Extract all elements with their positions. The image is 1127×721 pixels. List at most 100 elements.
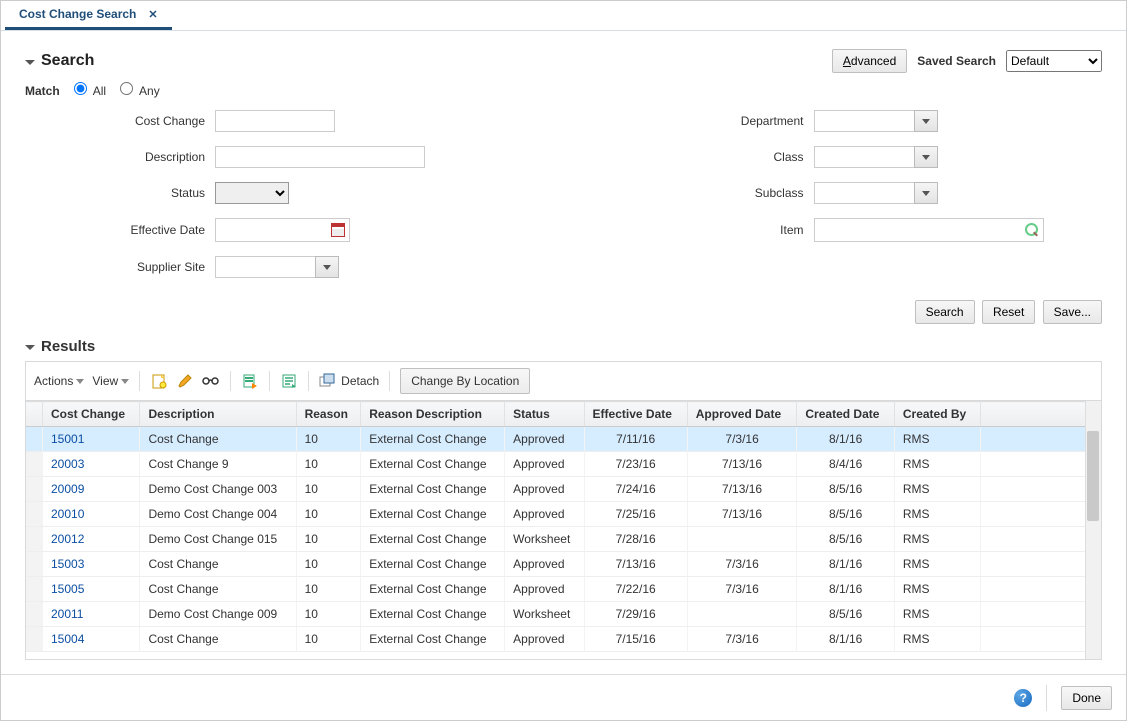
view-menu[interactable]: View (92, 374, 129, 388)
cell-created: 8/5/16 (797, 602, 894, 627)
close-icon[interactable]: ✕ (148, 8, 157, 21)
status-label: Status (25, 186, 215, 200)
department-input[interactable] (814, 110, 914, 132)
cell-reason-desc: External Cost Change (361, 602, 505, 627)
supplier-site-input[interactable] (215, 256, 315, 278)
cell-approved: 7/13/16 (687, 502, 797, 527)
col-spacer (981, 402, 1101, 427)
cell-effective: 7/24/16 (584, 477, 687, 502)
cell-effective: 7/13/16 (584, 552, 687, 577)
calendar-icon[interactable] (331, 223, 345, 237)
cell-reason-desc: External Cost Change (361, 527, 505, 552)
cell-cost-change[interactable]: 20010 (43, 502, 140, 527)
cell-effective: 7/29/16 (584, 602, 687, 627)
department-combo[interactable] (814, 110, 938, 132)
col-reason-description[interactable]: Reason Description (361, 402, 505, 427)
cell-cost-change[interactable]: 15004 (43, 627, 140, 652)
cell-cost-change[interactable]: 15005 (43, 577, 140, 602)
subclass-dropdown-icon[interactable] (914, 182, 938, 204)
detach-button[interactable]: Detach (319, 373, 379, 389)
status-select[interactable] (215, 182, 289, 204)
cell-reason: 10 (296, 452, 361, 477)
collapse-icon[interactable] (25, 345, 35, 350)
done-button[interactable]: Done (1061, 686, 1112, 710)
cost-change-input[interactable] (215, 110, 335, 132)
help-icon[interactable]: ? (1014, 689, 1032, 707)
cell-created: 8/5/16 (797, 502, 894, 527)
table-row[interactable]: 20011Demo Cost Change 00910External Cost… (26, 602, 1101, 627)
col-description[interactable]: Description (140, 402, 296, 427)
class-input[interactable] (814, 146, 914, 168)
table-scrollbar[interactable] (1085, 401, 1101, 659)
col-reason[interactable]: Reason (296, 402, 361, 427)
item-input[interactable] (819, 222, 1025, 238)
collapse-icon[interactable] (25, 60, 35, 65)
cell-cost-change[interactable]: 20011 (43, 602, 140, 627)
table-row[interactable]: 15005Cost Change10External Cost ChangeAp… (26, 577, 1101, 602)
cell-status: Approved (505, 477, 584, 502)
separator (389, 371, 390, 391)
effective-date-text[interactable] (220, 222, 320, 238)
search-icon[interactable] (1025, 223, 1039, 237)
table-row[interactable]: 15003Cost Change10External Cost ChangeAp… (26, 552, 1101, 577)
description-input[interactable] (215, 146, 425, 168)
col-created-date[interactable]: Created Date (797, 402, 894, 427)
separator (1046, 685, 1047, 711)
cell-cost-change[interactable]: 15003 (43, 552, 140, 577)
cell-approved: 7/13/16 (687, 477, 797, 502)
cell-created: 8/4/16 (797, 452, 894, 477)
match-any-option[interactable]: Any (115, 84, 159, 98)
col-cost-change[interactable]: Cost Change (43, 402, 140, 427)
match-all-option[interactable]: All (69, 84, 106, 98)
cell-cost-change[interactable]: 20012 (43, 527, 140, 552)
table-row[interactable]: 20009Demo Cost Change 00310External Cost… (26, 477, 1101, 502)
cell-created: 8/1/16 (797, 577, 894, 602)
cell-cost-change[interactable]: 15001 (43, 427, 140, 452)
match-row: Match All Any (25, 79, 1102, 98)
search-heading: Search (41, 52, 94, 70)
table-row[interactable]: 15004Cost Change10External Cost ChangeAp… (26, 627, 1101, 652)
new-icon[interactable] (150, 372, 168, 390)
export-icon[interactable] (241, 372, 259, 390)
change-by-location-button[interactable]: Change By Location (400, 368, 530, 394)
reset-button[interactable]: Reset (982, 300, 1035, 324)
supplier-site-dropdown-icon[interactable] (315, 256, 339, 278)
col-status[interactable]: Status (505, 402, 584, 427)
cell-spacer (981, 602, 1101, 627)
tab-cost-change-search[interactable]: Cost Change Search ✕ (5, 1, 172, 30)
cell-cost-change[interactable]: 20003 (43, 452, 140, 477)
match-all-radio[interactable] (74, 82, 87, 95)
saved-search-select[interactable]: Default (1006, 50, 1102, 72)
match-any-radio[interactable] (120, 82, 133, 95)
subclass-combo[interactable] (814, 182, 938, 204)
table-row[interactable]: 15001Cost Change10External Cost ChangeAp… (26, 427, 1101, 452)
table-row[interactable]: 20010Demo Cost Change 00410External Cost… (26, 502, 1101, 527)
criteria: Cost Change Description Status Effective… (25, 110, 1102, 292)
department-dropdown-icon[interactable] (914, 110, 938, 132)
cell-reason-desc: External Cost Change (361, 552, 505, 577)
col-created-by[interactable]: Created By (894, 402, 980, 427)
search-button[interactable]: Search (915, 300, 975, 324)
class-combo[interactable] (814, 146, 938, 168)
subclass-input[interactable] (814, 182, 914, 204)
effective-date-input[interactable] (215, 218, 350, 242)
save-button[interactable]: Save... (1043, 300, 1102, 324)
wrap-icon[interactable] (280, 372, 298, 390)
class-dropdown-icon[interactable] (914, 146, 938, 168)
cell-spacer (981, 627, 1101, 652)
actions-menu[interactable]: Actions (34, 374, 84, 388)
cell-reason: 10 (296, 602, 361, 627)
col-effective-date[interactable]: Effective Date (584, 402, 687, 427)
table-row[interactable]: 20012Demo Cost Change 01510External Cost… (26, 527, 1101, 552)
supplier-site-combo[interactable] (215, 256, 339, 278)
cell-spacer (981, 502, 1101, 527)
table-row[interactable]: 20003Cost Change 910External Cost Change… (26, 452, 1101, 477)
cell-cost-change[interactable]: 20009 (43, 477, 140, 502)
edit-icon[interactable] (176, 372, 194, 390)
col-approved-date[interactable]: Approved Date (687, 402, 797, 427)
scrollbar-thumb[interactable] (1087, 431, 1099, 521)
glasses-icon[interactable] (202, 372, 220, 390)
cell-by: RMS (894, 552, 980, 577)
advanced-button[interactable]: Advanced (832, 49, 907, 73)
item-lookup[interactable] (814, 218, 1044, 242)
